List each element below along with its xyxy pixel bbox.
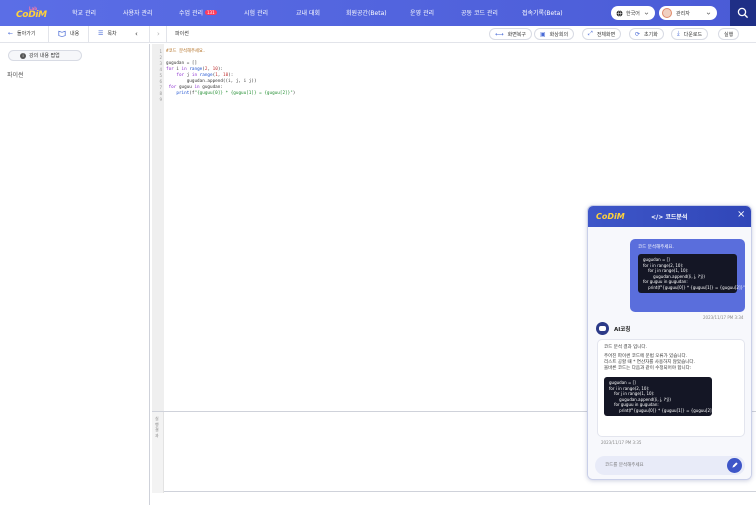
tab-toc[interactable]: ☰ 목차 bbox=[98, 30, 117, 37]
avatar bbox=[662, 8, 672, 18]
restore-screen-label: 화면복구 bbox=[507, 31, 527, 38]
refresh-icon: ⟳ bbox=[635, 30, 641, 38]
tab-content[interactable]: 내용 bbox=[58, 30, 79, 37]
info-icon: i bbox=[20, 53, 26, 59]
nav-item-members[interactable]: 회원공간(Beta) bbox=[346, 8, 387, 17]
top-nav: CoDiM Lab 학교 관리 사용자 관리 수업 관리 131 시험 관리 교내… bbox=[0, 0, 756, 26]
reset-label: 초기화 bbox=[644, 31, 658, 38]
fullscreen-label: 전체화면 bbox=[596, 31, 616, 38]
result-label-bar: 실행결과 bbox=[152, 412, 164, 493]
fullscreen-icon: ⤢ bbox=[588, 30, 593, 37]
code-line: print(f"{guguu[0]} * {guguu[1]} = {guguu… bbox=[643, 284, 747, 290]
tab-content-label: 내용 bbox=[70, 31, 80, 37]
chat-body: 코드 분석해주세요. gugudan = [] for i in range(2… bbox=[588, 227, 751, 479]
chevron-down-icon bbox=[706, 12, 711, 15]
list-icon: ☰ bbox=[98, 30, 104, 37]
logo-main: CoDiM bbox=[16, 10, 47, 20]
back-label: 돌아가기 bbox=[17, 31, 36, 37]
line-number: 9 bbox=[159, 97, 162, 102]
download-label: 다운로드 bbox=[683, 31, 703, 38]
ai-code-block: gugudan = [] for i in range(2, 10): for … bbox=[604, 377, 718, 416]
ai-text-line: 올바른 코드는 다음과 같이 수정되어야 합니다: bbox=[604, 366, 692, 371]
reset-button[interactable]: ⟳ 초기화 bbox=[629, 28, 664, 40]
language-select[interactable]: 한국어 bbox=[611, 6, 655, 20]
chat-logo: CoDiM bbox=[596, 212, 625, 221]
code-analysis-chat: CoDiM </> 코드분석 × 코드 분석해주세요. gugudan = []… bbox=[587, 205, 752, 480]
tab-toc-label: 목차 bbox=[107, 31, 117, 37]
user-message: 코드 분석해주세요. gugudan = [] for i in range(2… bbox=[630, 239, 747, 312]
ai-message: 코드 분석 결과 입니다. 주어진 파이썬 코드에 문법 오류가 있습니다. 리… bbox=[597, 339, 745, 437]
search-button[interactable] bbox=[730, 0, 756, 26]
nav-item-school[interactable]: 학교 관리 bbox=[72, 8, 96, 17]
ai-name: AI코칭 bbox=[614, 327, 631, 333]
chat-input[interactable] bbox=[605, 461, 715, 470]
pencil-icon bbox=[732, 462, 738, 468]
arrow-left-icon: ← bbox=[8, 30, 14, 37]
run-button[interactable]: 실행 bbox=[718, 28, 740, 40]
chevron-left-icon: ‹ bbox=[135, 30, 138, 38]
chevron-right-icon: › bbox=[157, 30, 160, 38]
video-icon: ▣ bbox=[540, 30, 546, 38]
nav-item-exam[interactable]: 시험 관리 bbox=[244, 8, 268, 17]
nav-item-contest[interactable]: 교내 대회 bbox=[296, 8, 320, 17]
back-button[interactable]: ← 돌아가기 bbox=[8, 30, 35, 37]
nav-item-class-label: 수업 관리 bbox=[179, 10, 203, 17]
nav-item-access-log[interactable]: 접속기록(Beta) bbox=[522, 8, 563, 17]
lesson-content: 파이썬 bbox=[7, 72, 24, 79]
fullscreen-button[interactable]: ⤢ 전체화면 bbox=[582, 28, 622, 40]
chat-header: CoDiM </> 코드분석 × bbox=[588, 206, 751, 227]
nav-item-shared-code[interactable]: 공동 코드 관리 bbox=[461, 8, 498, 17]
close-icon[interactable]: × bbox=[737, 210, 745, 220]
globe-icon bbox=[616, 9, 623, 17]
toolbar: ← 돌아가기 내용 ☰ 목차 ‹ › 파이썬 ⟷ 화면복구 ▣ 화상회의 ⤢ 전체화면… bbox=[0, 26, 756, 43]
nav-item-class[interactable]: 수업 관리 131 bbox=[179, 8, 217, 17]
nav-item-users[interactable]: 사용자 관리 bbox=[123, 8, 153, 17]
robot-icon bbox=[596, 322, 609, 335]
logo-sub: Lab bbox=[29, 6, 38, 11]
restore-icon: ⟷ bbox=[495, 30, 504, 38]
lesson-popup-label: 강의 내용 팝업 bbox=[29, 53, 60, 59]
line-gutter: 1 2 3 4 5 6 7 8 9 bbox=[152, 44, 164, 411]
lesson-popup-button[interactable]: i 강의 내용 팝업 bbox=[8, 50, 82, 61]
collapse-panel-button[interactable]: ‹ bbox=[135, 30, 138, 38]
divider bbox=[149, 26, 150, 43]
code-line: print(f"{guguu[0]} * {guguu[1]} = {guguu… bbox=[609, 407, 718, 413]
code-line: print(f"{guguu[0]} * {guguu[1]} = {guguu… bbox=[176, 91, 296, 96]
user-question: 코드 분석해주세요. bbox=[638, 245, 674, 250]
language-label: 파이썬 bbox=[175, 31, 189, 37]
user-code-block: gugudan = [] for i in range(2, 10): for … bbox=[638, 254, 747, 293]
download-icon: ⤓ bbox=[677, 30, 680, 37]
run-label: 실행 bbox=[724, 31, 734, 38]
nav-item-operations[interactable]: 운영 관리 bbox=[410, 8, 434, 17]
video-call-button[interactable]: ▣ 화상회의 bbox=[534, 28, 575, 40]
logo[interactable]: CoDiM Lab bbox=[16, 6, 47, 22]
ai-timestamp: 2023/11/17 PM 3:35 bbox=[601, 440, 642, 445]
code-content: #코드 분석해주세요. gugudan = [] for i in range(… bbox=[166, 49, 295, 103]
user-timestamp: 2023/11/17 PM 3:34 bbox=[703, 315, 744, 320]
user-menu[interactable]: 관리자 bbox=[659, 6, 717, 20]
restore-screen-button[interactable]: ⟷ 화면복구 bbox=[489, 28, 533, 40]
video-call-label: 화상회의 bbox=[549, 31, 569, 38]
send-button[interactable] bbox=[727, 458, 742, 473]
language-label: 한국어 bbox=[626, 10, 640, 17]
divider bbox=[48, 26, 49, 43]
chevron-down-icon bbox=[644, 12, 649, 15]
lesson-panel: i 강의 내용 팝업 파이썬 bbox=[0, 44, 150, 505]
user-name: 관리자 bbox=[676, 10, 690, 17]
book-icon bbox=[58, 30, 66, 37]
download-button[interactable]: ⤓ 다운로드 bbox=[671, 28, 709, 40]
class-count-badge: 131 bbox=[205, 10, 217, 15]
result-label: 실행결과 bbox=[155, 416, 159, 438]
search-icon bbox=[737, 7, 749, 19]
divider bbox=[88, 26, 89, 43]
chat-input-bar bbox=[595, 456, 745, 475]
chat-title: </> 코드분석 bbox=[651, 214, 688, 221]
divider bbox=[166, 26, 167, 43]
